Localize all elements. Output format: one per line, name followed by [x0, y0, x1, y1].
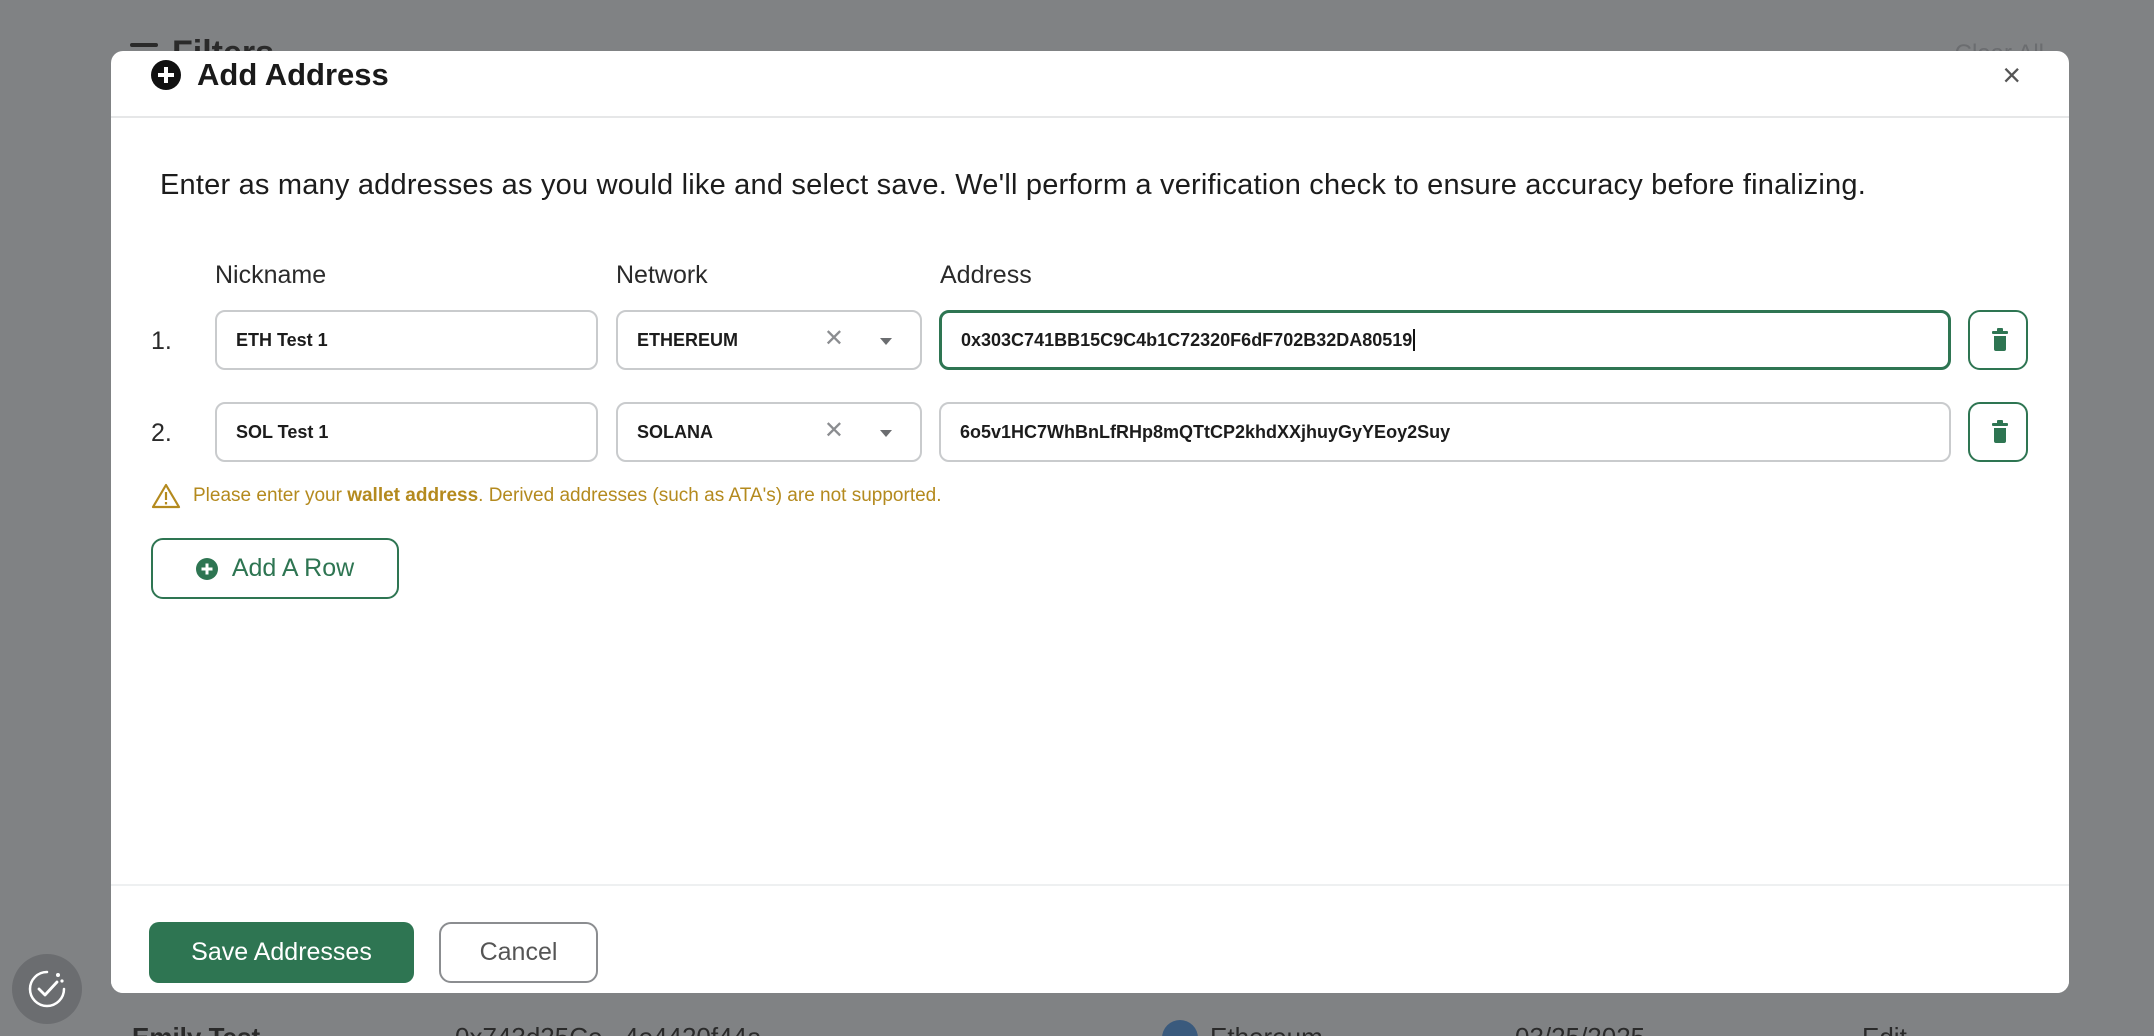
background-row-address: 0x743d25Ce...4e4420f44a: [455, 1022, 762, 1036]
close-icon[interactable]: ×: [2002, 59, 2021, 91]
chevron-down-icon[interactable]: [880, 430, 892, 437]
background-row-network: Ethereum: [1210, 1022, 1323, 1036]
save-addresses-button[interactable]: Save Addresses: [149, 922, 414, 983]
warning-text: Please enter your wallet address. Derive…: [193, 485, 942, 506]
nickname-value: SOL Test 1: [236, 421, 329, 442]
row-number: 2.: [151, 419, 172, 447]
plus-circle-icon: [195, 557, 218, 580]
nickname-field[interactable]: ETH Test 1: [215, 310, 598, 370]
nickname-column-label: Nickname: [215, 261, 327, 289]
address-column-label: Address: [940, 261, 1032, 289]
nickname-field[interactable]: SOL Test 1: [215, 402, 598, 462]
add-row-button[interactable]: Add A Row: [151, 538, 399, 599]
background-row-name: Emily Test: [132, 1022, 260, 1036]
delete-row-button[interactable]: [1968, 402, 2028, 462]
network-select[interactable]: ETHEREUM ✕: [616, 310, 922, 370]
background-row-edit: Edit: [1862, 1022, 1907, 1036]
background-row-date: 03/25/2025: [1515, 1022, 1645, 1036]
ethereum-icon: [1162, 1020, 1198, 1036]
wallet-address-warning: Please enter your wallet address. Derive…: [151, 483, 942, 509]
modal-header: Add Address ×: [111, 51, 2069, 118]
address-field[interactable]: 0x303C741BB15C9C4b1C72320F6dF702B32DA805…: [939, 310, 1951, 370]
add-row-label: Add A Row: [231, 554, 355, 582]
warning-triangle-icon: [151, 483, 181, 509]
clear-x-icon[interactable]: ✕: [824, 419, 844, 443]
network-value: SOLANA: [637, 421, 713, 442]
modal-footer: Save Addresses Cancel: [111, 884, 2069, 993]
consent-settings-button[interactable]: [12, 954, 82, 1024]
address-value: 0x303C741BB15C9C4b1C72320F6dF702B32DA805…: [961, 329, 1413, 350]
modal-title: Add Address: [151, 57, 389, 93]
plus-circle-icon: [151, 60, 181, 90]
intro-text: Enter as many addresses as you would lik…: [160, 169, 1866, 201]
network-select[interactable]: SOLANA ✕: [616, 402, 922, 462]
text-caret: [1413, 329, 1416, 351]
network-column-label: Network: [616, 261, 708, 289]
network-value: ETHEREUM: [637, 329, 739, 350]
add-address-modal: Add Address × Enter as many addresses as…: [111, 51, 2069, 993]
chevron-down-icon[interactable]: [880, 338, 892, 345]
row-number: 1.: [151, 327, 172, 355]
trash-icon: [1992, 420, 2008, 443]
cancel-button[interactable]: Cancel: [439, 922, 598, 983]
trash-icon: [1992, 328, 2008, 351]
delete-row-button[interactable]: [1968, 310, 2028, 370]
address-field[interactable]: 6o5v1HC7WhBnLfRHp8mQTtCP2khdXXjhuyGyYEoy…: [939, 402, 1951, 462]
nickname-value: ETH Test 1: [236, 329, 328, 350]
consent-check-icon: [28, 970, 66, 1008]
clear-x-icon[interactable]: ✕: [824, 327, 844, 351]
modal-title-text: Add Address: [197, 57, 389, 92]
address-value: 6o5v1HC7WhBnLfRHp8mQTtCP2khdXXjhuyGyYEoy…: [960, 421, 1451, 442]
